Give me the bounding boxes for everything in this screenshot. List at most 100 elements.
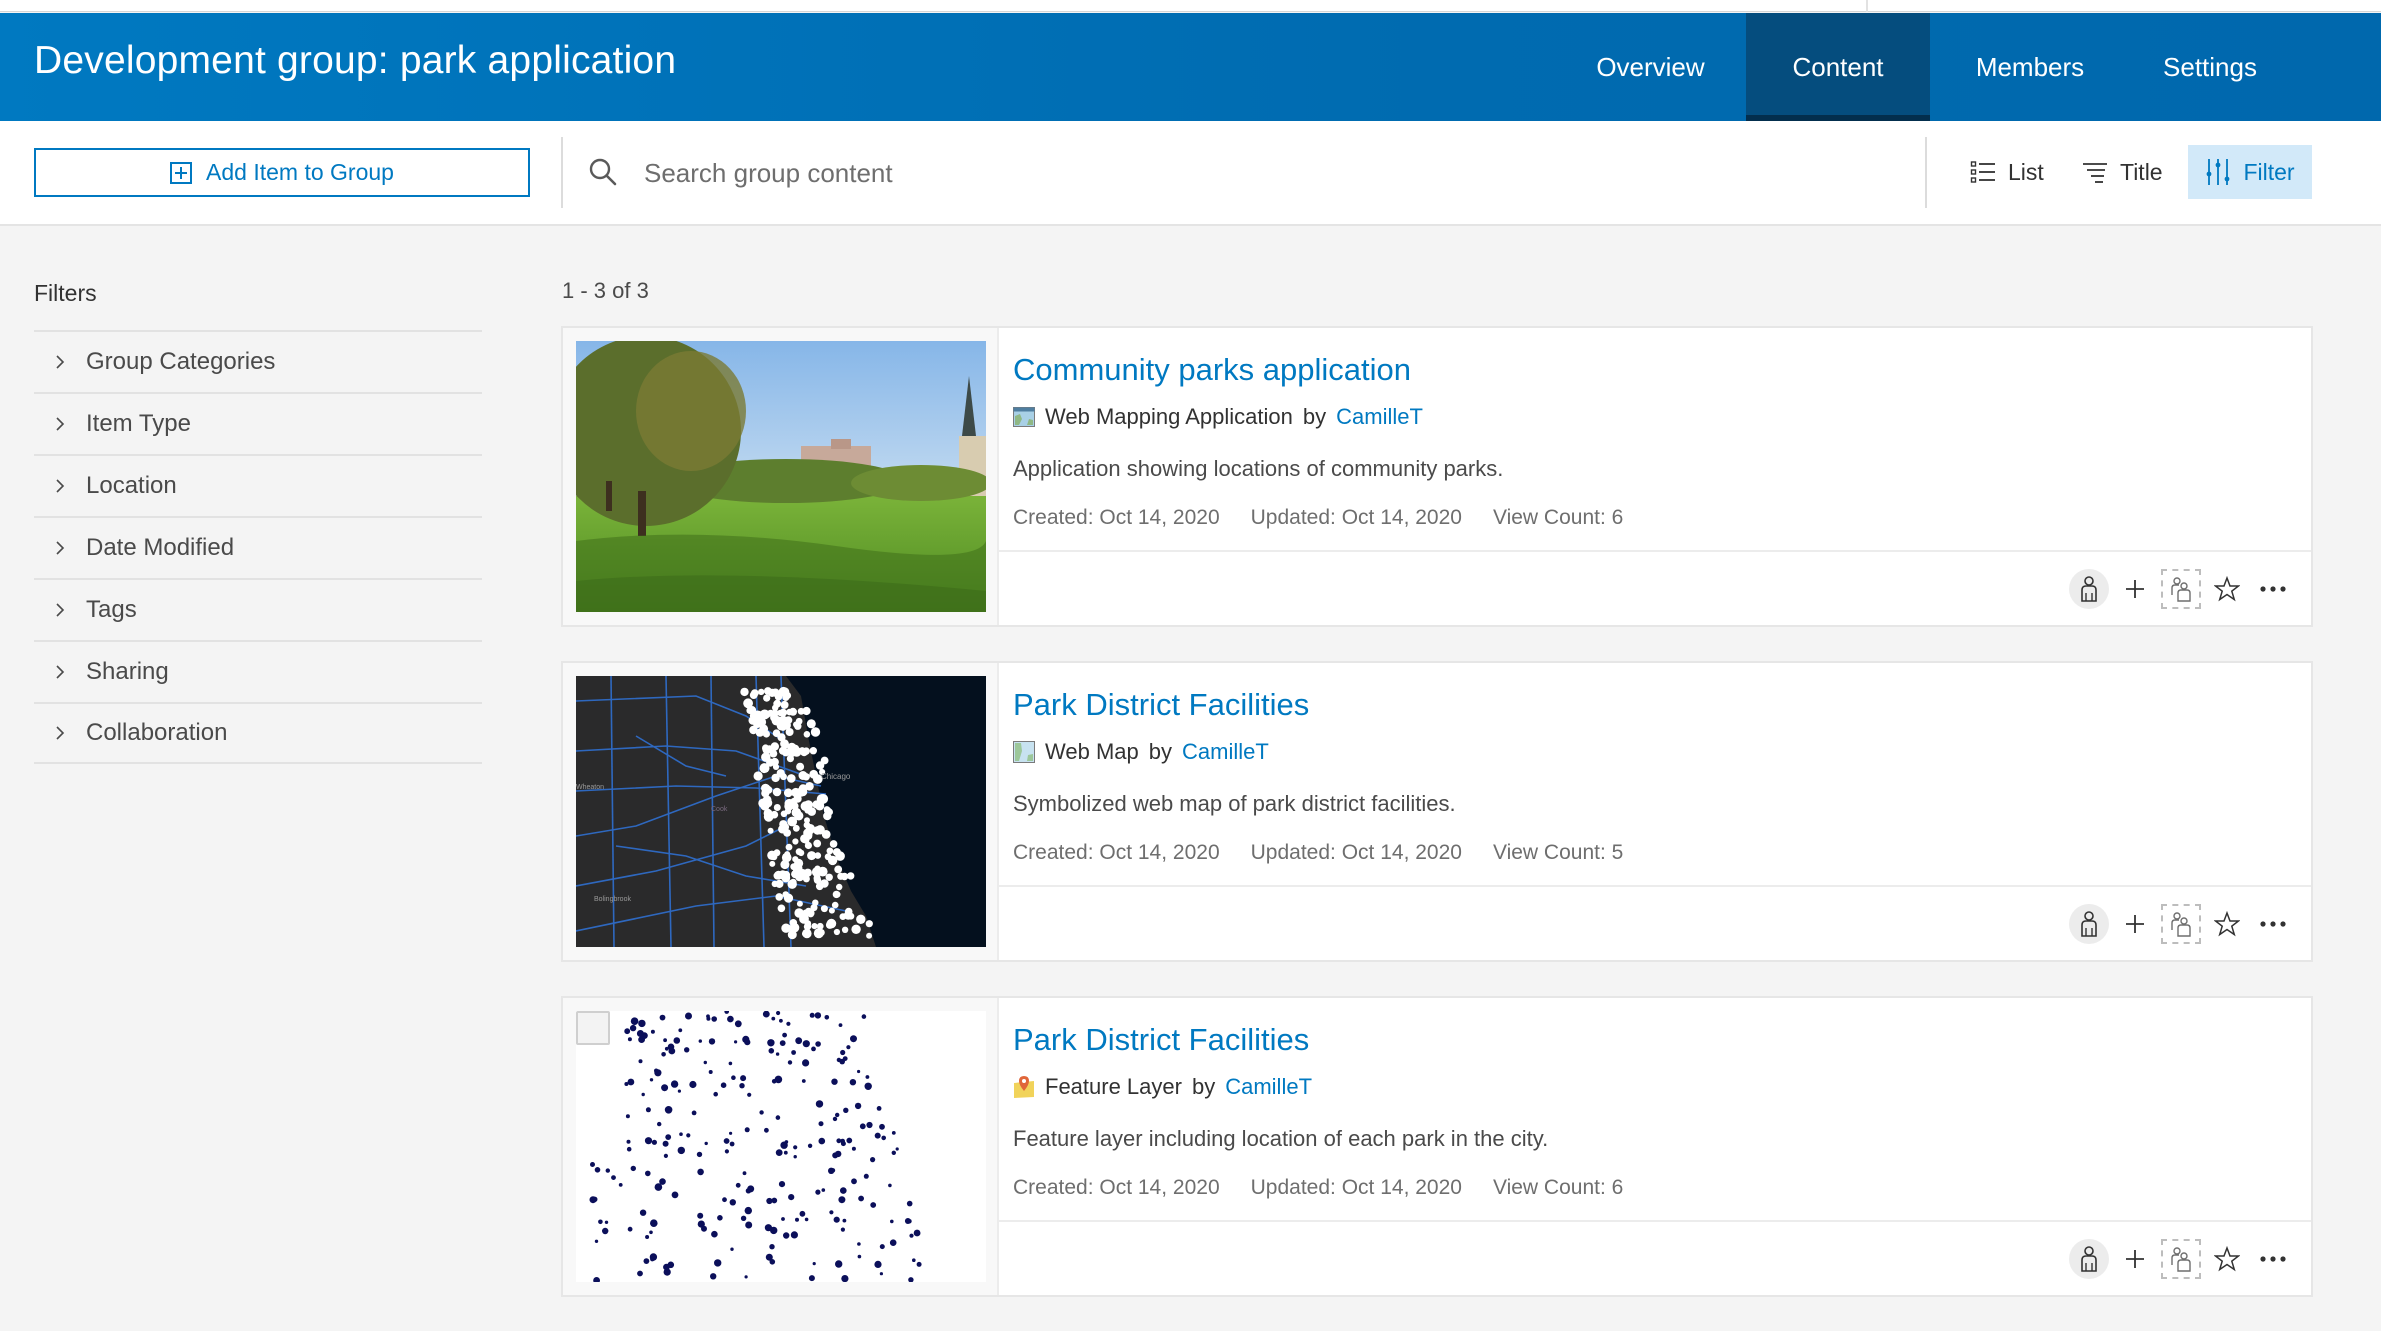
share-to-group-icon[interactable] xyxy=(2161,568,2201,609)
owner-link[interactable]: CamilleT xyxy=(1336,404,1423,430)
park-point xyxy=(847,872,855,880)
park-point xyxy=(783,893,794,903)
item-title-link[interactable]: Park District Facilities xyxy=(1013,1022,1309,1058)
park-point xyxy=(803,731,811,738)
park-point xyxy=(808,1275,815,1282)
search-input[interactable] xyxy=(644,157,1844,189)
by-label: by xyxy=(1302,404,1327,429)
park-point xyxy=(831,1078,838,1085)
park-point xyxy=(769,1259,776,1265)
park-point xyxy=(791,1050,796,1055)
tab-members[interactable]: Members xyxy=(1930,13,2130,121)
filter-location[interactable]: Location xyxy=(34,454,482,516)
sharing-private-icon[interactable] xyxy=(2069,903,2109,944)
more-options-icon[interactable] xyxy=(2253,904,2293,944)
park-point xyxy=(729,1199,736,1206)
favorite-star-icon[interactable] xyxy=(2207,904,2247,944)
item-type-line: Web Map by CamilleT xyxy=(1013,739,1269,765)
item-thumbnail-dark-map[interactable]: Chicago Wheaton Bolingbrook Cook xyxy=(576,676,986,947)
add-icon[interactable] xyxy=(2115,904,2155,944)
sharing-private-icon[interactable] xyxy=(2069,1238,2109,1279)
filter-date-modified[interactable]: Date Modified xyxy=(34,516,482,578)
park-point xyxy=(840,1049,846,1056)
park-point xyxy=(753,771,763,781)
more-options-icon[interactable] xyxy=(2253,1239,2293,1279)
sharing-private-icon[interactable] xyxy=(2069,568,2109,609)
filter-label: Date Modified xyxy=(86,534,235,561)
park-point xyxy=(854,1102,862,1110)
filter-tags[interactable]: Tags xyxy=(34,578,482,640)
tab-content[interactable]: Content xyxy=(1746,13,1930,121)
sort-button[interactable]: Title xyxy=(2072,145,2173,199)
svg-text:Bolingbrook: Bolingbrook xyxy=(594,896,631,903)
group-header: Development group: park application Over… xyxy=(0,13,2381,121)
park-point xyxy=(843,910,853,920)
park-point xyxy=(740,687,749,697)
park-point xyxy=(865,1075,870,1079)
park-point xyxy=(846,1045,851,1050)
park-point xyxy=(842,1056,848,1061)
park-point xyxy=(639,1209,647,1216)
park-point xyxy=(786,708,793,716)
park-point xyxy=(644,1137,653,1145)
add-icon[interactable] xyxy=(2115,569,2155,609)
park-point xyxy=(837,872,845,880)
browser-top-strip xyxy=(0,0,2381,12)
park-point xyxy=(641,1032,648,1039)
park-point xyxy=(866,1121,873,1129)
updated-date: Updated: Oct 14, 2020 xyxy=(1250,506,1462,529)
filter-item-type[interactable]: Item Type xyxy=(34,392,482,454)
filter-collaboration[interactable]: Collaboration xyxy=(34,702,482,764)
tab-settings[interactable]: Settings xyxy=(2130,13,2290,121)
park-point xyxy=(787,1060,793,1065)
filter-group-categories[interactable]: Group Categories xyxy=(34,330,482,392)
owner-link[interactable]: CamilleT xyxy=(1182,739,1269,765)
park-point xyxy=(840,1187,847,1194)
favorite-star-icon[interactable] xyxy=(2207,1239,2247,1279)
owner-link[interactable]: CamilleT xyxy=(1225,1074,1312,1100)
item-title-link[interactable]: Park District Facilities xyxy=(1013,687,1309,723)
park-point xyxy=(863,1173,869,1179)
more-options-icon[interactable] xyxy=(2253,569,2293,609)
share-to-group-icon[interactable] xyxy=(2161,903,2201,944)
select-item-checkbox[interactable] xyxy=(576,1011,610,1045)
park-point xyxy=(630,1165,636,1172)
filter-toggle-button[interactable]: Filter xyxy=(2188,145,2312,199)
view-count: View Count: 6 xyxy=(1492,1176,1624,1199)
park-point xyxy=(841,1275,849,1282)
park-point xyxy=(782,1032,787,1038)
park-point xyxy=(775,1149,783,1156)
tab-overview[interactable]: Overview xyxy=(1555,13,1746,121)
park-point xyxy=(793,1145,798,1150)
park-point xyxy=(735,1182,741,1188)
filter-label: Collaboration xyxy=(86,719,228,746)
filter-label: Group Categories xyxy=(86,348,276,375)
item-title-link[interactable]: Community parks application xyxy=(1013,352,1411,388)
view-mode-button[interactable]: List xyxy=(1960,145,2054,199)
add-item-to-group-button[interactable]: Add Item to Group xyxy=(34,148,530,197)
park-point xyxy=(654,1069,662,1077)
park-point xyxy=(711,1230,718,1238)
park-point xyxy=(740,1075,747,1082)
park-point xyxy=(823,806,831,813)
park-point xyxy=(813,928,824,939)
park-point xyxy=(711,1016,717,1022)
share-to-group-icon[interactable] xyxy=(2161,1238,2201,1279)
park-point xyxy=(788,1194,795,1201)
created-date: Created: Oct 14, 2020 xyxy=(1013,506,1220,529)
add-icon[interactable] xyxy=(2115,1239,2155,1279)
park-point xyxy=(734,1020,742,1028)
filter-sharing[interactable]: Sharing xyxy=(34,640,482,702)
park-point xyxy=(829,840,838,848)
park-point xyxy=(794,811,804,821)
item-thumbnail-park-photo[interactable] xyxy=(576,341,986,612)
item-meta: Created: Oct 14, 2020 Updated: Oct 14, 2… xyxy=(1013,506,1623,530)
favorite-star-icon[interactable] xyxy=(2207,569,2247,609)
chevron-right-icon xyxy=(34,540,86,556)
item-thumbnail-feature-layer[interactable] xyxy=(576,1011,986,1282)
park-point xyxy=(650,1257,655,1262)
chevron-right-icon xyxy=(34,725,86,741)
park-point xyxy=(888,1183,892,1188)
park-point xyxy=(602,1227,609,1235)
park-point xyxy=(861,1014,867,1019)
